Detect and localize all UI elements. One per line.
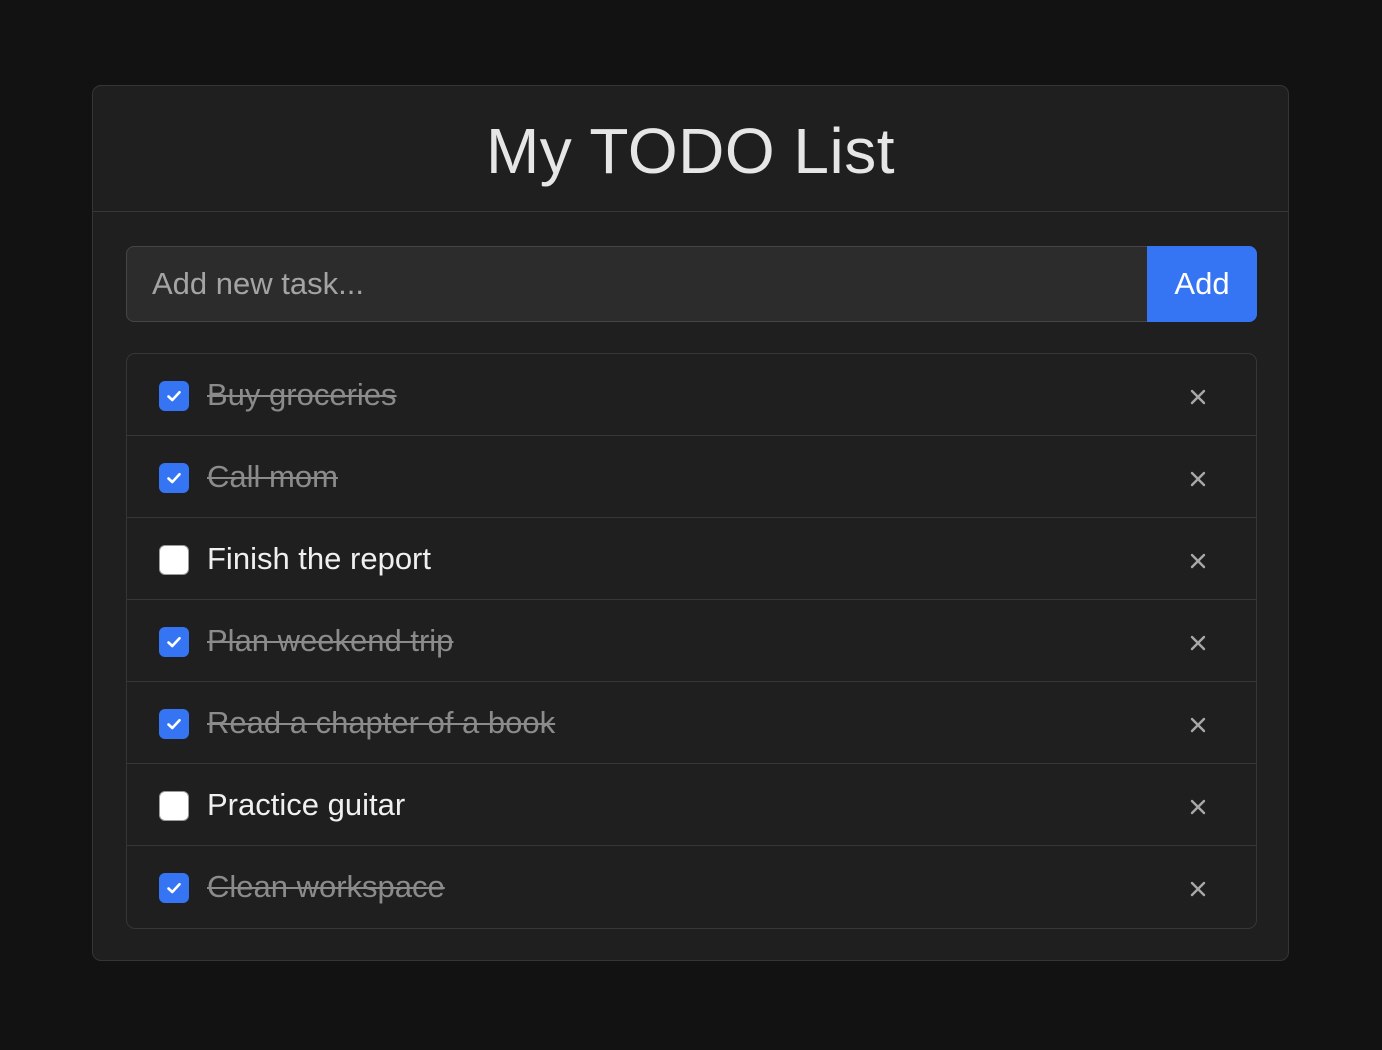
task-label: Buy groceries [207, 376, 397, 412]
task-label: Read a chapter of a book [207, 704, 556, 740]
task-label: Call mom [207, 458, 338, 494]
close-icon [1190, 553, 1206, 568]
delete-task-button[interactable] [1183, 710, 1213, 740]
close-icon [1190, 389, 1206, 404]
task-item: Buy groceries [127, 354, 1256, 436]
task-label: Practice guitar [207, 786, 406, 822]
close-icon [1190, 717, 1206, 732]
task-item: Read a chapter of a book [127, 682, 1256, 764]
todo-card: My TODO List Add Buy groceries Call mom Fi… [92, 85, 1289, 961]
close-icon [1190, 635, 1206, 650]
task-checkbox[interactable] [159, 544, 189, 575]
task-item: Practice guitar [127, 764, 1256, 846]
delete-task-button[interactable] [1183, 382, 1213, 412]
task-list: Buy groceries Call mom Finish the report Pl… [126, 353, 1257, 929]
task-item: Clean workspace [127, 846, 1256, 928]
task-item: Call mom [127, 436, 1256, 518]
card-header: My TODO List [93, 86, 1288, 212]
close-icon [1190, 881, 1206, 897]
check-icon [167, 636, 181, 647]
check-icon [167, 882, 181, 894]
close-icon [1190, 799, 1206, 814]
delete-task-button[interactable] [1183, 546, 1213, 576]
new-task-input[interactable] [126, 246, 1147, 322]
check-icon [167, 718, 181, 729]
delete-task-button[interactable] [1183, 874, 1213, 904]
task-checkbox-checked[interactable] [159, 462, 189, 493]
page-title: My TODO List [485, 114, 896, 187]
add-task-button[interactable]: Add [1147, 246, 1257, 322]
check-icon [167, 472, 181, 483]
add-task-form: Add [126, 246, 1257, 322]
task-checkbox-checked[interactable] [159, 626, 189, 657]
task-checkbox-checked[interactable] [159, 708, 189, 739]
delete-task-button[interactable] [1183, 792, 1213, 822]
task-label: Plan weekend trip [207, 622, 454, 658]
check-icon [167, 390, 181, 401]
task-label: Clean workspace [207, 869, 445, 904]
task-checkbox-checked[interactable] [159, 873, 189, 903]
task-checkbox-checked[interactable] [159, 380, 189, 411]
delete-task-button[interactable] [1183, 628, 1213, 658]
task-item: Finish the report [127, 518, 1256, 600]
task-item: Plan weekend trip [127, 600, 1256, 682]
task-label: Finish the report [207, 540, 431, 576]
delete-task-button[interactable] [1183, 464, 1213, 494]
task-checkbox[interactable] [159, 790, 189, 821]
close-icon [1190, 471, 1206, 486]
